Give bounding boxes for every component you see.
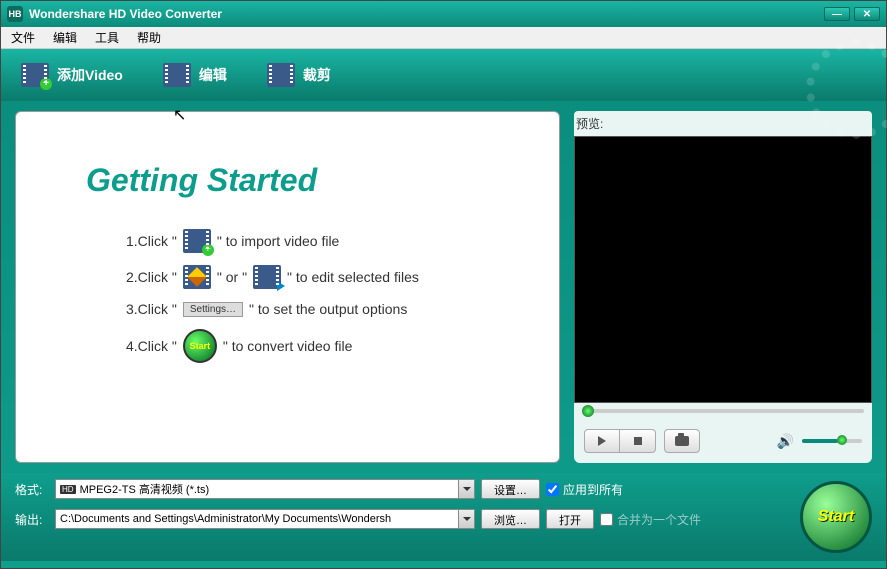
close-button[interactable]: ✕ — [854, 7, 880, 21]
toolbar: + 添加Video 编辑 裁剪 — [1, 49, 886, 101]
edit-label: 编辑 — [199, 65, 227, 85]
add-video-button[interactable]: + 添加Video — [21, 63, 123, 87]
volume-thumb-icon[interactable] — [837, 435, 847, 445]
start-button[interactable]: Start — [800, 481, 872, 553]
menu-edit[interactable]: 编辑 — [49, 27, 81, 48]
step-2: 2.Click " " or " " to edit selected file… — [126, 265, 519, 289]
chevron-down-icon[interactable] — [458, 510, 474, 528]
browse-button[interactable]: 浏览… — [481, 509, 540, 529]
camera-icon — [675, 436, 689, 446]
crop-button[interactable]: 裁剪 — [267, 63, 331, 87]
volume-slider[interactable] — [802, 439, 862, 443]
seek-thumb-icon[interactable] — [582, 405, 594, 417]
merge-checkbox[interactable] — [600, 513, 613, 526]
titlebar: HB Wondershare HD Video Converter — ✕ — [1, 1, 886, 27]
edit-pencil-icon — [183, 265, 211, 289]
step-4: 4.Click " Start " to convert video file — [126, 329, 519, 363]
menu-help[interactable]: 帮助 — [133, 27, 165, 48]
menu-tools[interactable]: 工具 — [91, 27, 123, 48]
crop-label: 裁剪 — [303, 65, 331, 85]
apply-all-label: 应用到所有 — [563, 481, 623, 498]
menubar: 文件 编辑 工具 帮助 — [1, 27, 886, 49]
start-example-icon: Start — [183, 329, 217, 363]
format-label: 格式: — [15, 481, 49, 498]
import-icon: + — [183, 229, 211, 253]
app-logo-icon: HB — [7, 6, 23, 22]
hd-badge-icon: HD — [60, 485, 76, 494]
step-3: 3.Click " Settings… " to set the output … — [126, 301, 519, 317]
merge-label: 合并为一个文件 — [617, 511, 701, 528]
output-select[interactable]: C:\Documents and Settings\Administrator\… — [55, 509, 475, 529]
edit-button[interactable]: 编辑 — [163, 63, 227, 87]
merge-row[interactable]: 合并为一个文件 — [600, 511, 701, 528]
settings-example-button: Settings… — [183, 302, 243, 317]
format-select[interactable]: HD MPEG2-TS 高清视频 (*.ts) — [55, 479, 475, 499]
chevron-down-icon[interactable] — [458, 480, 474, 498]
menu-file[interactable]: 文件 — [7, 27, 39, 48]
stop-icon — [634, 437, 642, 445]
getting-started-title: Getting Started — [86, 162, 519, 199]
step-1: 1.Click " + " to import video file — [126, 229, 519, 253]
volume-icon[interactable]: 🔊 — [777, 433, 794, 450]
add-video-icon: + — [21, 63, 49, 87]
edit-arrow-icon — [253, 265, 281, 289]
add-video-label: 添加Video — [57, 65, 123, 85]
stop-button[interactable] — [620, 429, 656, 453]
output-label: 输出: — [15, 511, 49, 528]
playback-controls: 🔊 — [574, 419, 872, 463]
minimize-button[interactable]: — — [824, 7, 850, 21]
edit-icon — [163, 63, 191, 87]
output-value: C:\Documents and Settings\Administrator\… — [60, 513, 391, 525]
apply-all-row[interactable]: 应用到所有 — [546, 481, 623, 498]
crop-icon — [267, 63, 295, 87]
format-value: MPEG2-TS 高清视频 (*.ts) — [80, 481, 210, 497]
settings-button[interactable]: 设置… — [481, 479, 540, 499]
play-icon — [598, 436, 606, 446]
preview-video-area — [574, 136, 872, 403]
getting-started-panel: Getting Started 1.Click " + " to import … — [15, 111, 560, 463]
window-title: Wondershare HD Video Converter — [29, 7, 820, 21]
play-button[interactable] — [584, 429, 620, 453]
snapshot-button[interactable] — [664, 429, 700, 453]
open-button[interactable]: 打开 — [546, 509, 594, 529]
apply-all-checkbox[interactable] — [546, 483, 559, 496]
seek-bar[interactable] — [574, 403, 872, 419]
